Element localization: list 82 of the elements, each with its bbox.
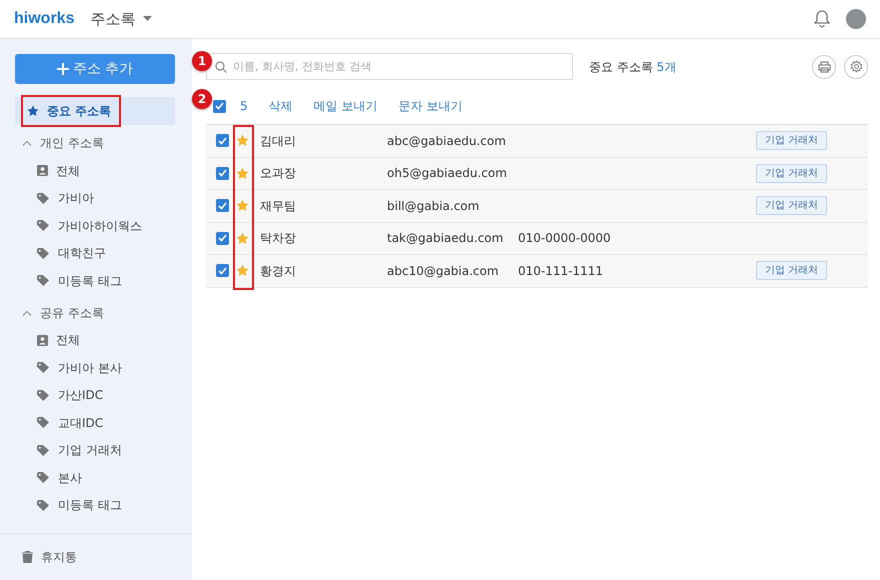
tag-icon [37, 417, 50, 428]
caret-icon[interactable] [143, 16, 152, 22]
row-checkbox[interactable] [216, 199, 229, 212]
row-checkbox[interactable] [216, 166, 229, 180]
tag-icon [37, 500, 50, 511]
plus-icon[interactable] [56, 63, 69, 75]
contact-phone: 010-111-1111 [518, 264, 604, 278]
sidebar-item[interactable]: 미등록 태그 [58, 272, 122, 290]
printer-icon[interactable] [818, 60, 830, 72]
contact-email: oh5@gabiaedu.com [387, 166, 507, 180]
tag-icon [37, 390, 50, 401]
tag-label[interactable]: 기업 거래처 [756, 261, 828, 280]
search-field[interactable]: 이름, 회사명, 전화번호 검색 [206, 53, 573, 80]
contact-email: abc10@gabia.com [387, 264, 499, 278]
select-all-checkbox[interactable] [213, 100, 226, 112]
contact-email: abc@gabiaedu.com [387, 134, 506, 148]
sidebar-item[interactable]: 가비아 본사 [58, 358, 122, 377]
tag-icon [37, 362, 50, 374]
settings-button[interactable] [844, 54, 868, 78]
checkmark-icon[interactable] [215, 102, 224, 110]
print-button[interactable] [812, 54, 836, 78]
tag-label[interactable]: 기업 거래처 [756, 164, 828, 183]
star-icon[interactable] [236, 199, 249, 212]
action-link[interactable]: 문자 보내기 [398, 97, 462, 115]
contact-name[interactable]: 재무팀 [260, 198, 296, 213]
group-title[interactable]: 공유 주소록 [40, 304, 104, 322]
tag-label[interactable]: 기업 거래처 [756, 131, 828, 150]
star-icon[interactable] [27, 105, 39, 117]
trash-link[interactable]: 휴지통 [41, 548, 77, 566]
tag-icon [37, 444, 50, 456]
star-icon[interactable] [236, 232, 249, 245]
action-link[interactable]: 삭제 [268, 97, 293, 115]
trash-icon [22, 551, 33, 563]
row-checkbox[interactable] [216, 264, 229, 278]
star-icon[interactable] [236, 166, 249, 180]
group-title[interactable]: 개인 주소록 [40, 134, 104, 152]
sidebar-item[interactable]: 본사 [58, 468, 82, 487]
tag-icon [37, 192, 50, 204]
sidebar-item[interactable]: 기업 거래처 [58, 441, 122, 460]
checkmark-icon[interactable] [218, 266, 227, 275]
chevron-up-icon[interactable] [22, 310, 32, 316]
avatar[interactable] [846, 9, 866, 29]
result-summary: 중요 주소록 5개 [589, 58, 676, 76]
checkmark-icon[interactable] [218, 234, 227, 242]
action-link[interactable]: 메일 보내기 [314, 97, 378, 115]
contact-name[interactable]: 오과장 [260, 166, 296, 180]
checkmark-icon[interactable] [218, 169, 227, 178]
star-icon[interactable] [236, 134, 249, 148]
app-title[interactable]: 주소록 [90, 8, 136, 30]
contact-email: tak@gabiaedu.com [387, 231, 504, 246]
sidebar-item[interactable]: 가산IDC [58, 386, 104, 404]
sidebar-item[interactable]: 가비아하이웍스 [58, 216, 142, 235]
sidebar-item[interactable]: 전체 [56, 162, 80, 180]
row-checkbox[interactable] [216, 134, 229, 148]
contact-name[interactable]: 탁차장 [260, 231, 296, 246]
checkmark-icon[interactable] [218, 136, 227, 145]
contact-email: bill@gabia.com [387, 198, 480, 213]
tag-icon [37, 472, 50, 484]
sidebar-item[interactable]: 대학친구 [58, 244, 106, 262]
checkmark-icon[interactable] [218, 202, 227, 210]
tag-icon [37, 248, 50, 259]
tag-label[interactable]: 기업 거래처 [756, 196, 828, 216]
contact-phone: 010-0000-0000 [518, 231, 611, 246]
step-marker: 1 [192, 51, 212, 71]
logo[interactable]: hiworks [14, 7, 74, 31]
gear-icon[interactable] [850, 60, 862, 73]
star-icon[interactable] [236, 264, 249, 278]
contact-card-icon [37, 165, 48, 176]
chevron-up-icon[interactable] [22, 140, 32, 146]
row-checkbox[interactable] [216, 232, 229, 245]
sidebar-item[interactable]: 교대IDC [58, 414, 104, 432]
tag-icon [37, 275, 50, 286]
contact-name[interactable]: 김대리 [260, 134, 296, 148]
sidebar-item[interactable]: 미등록 태그 [58, 496, 122, 514]
sidebar-item[interactable]: 가비아 [58, 189, 94, 208]
selected-count: 5 [240, 98, 248, 115]
sidebar-item[interactable]: 전체 [56, 331, 80, 350]
contact-name[interactable]: 황경지 [260, 264, 296, 278]
tag-icon [37, 220, 50, 232]
step-marker: 2 [192, 89, 212, 109]
bell-icon[interactable] [814, 10, 830, 28]
contact-card-icon [37, 334, 48, 346]
